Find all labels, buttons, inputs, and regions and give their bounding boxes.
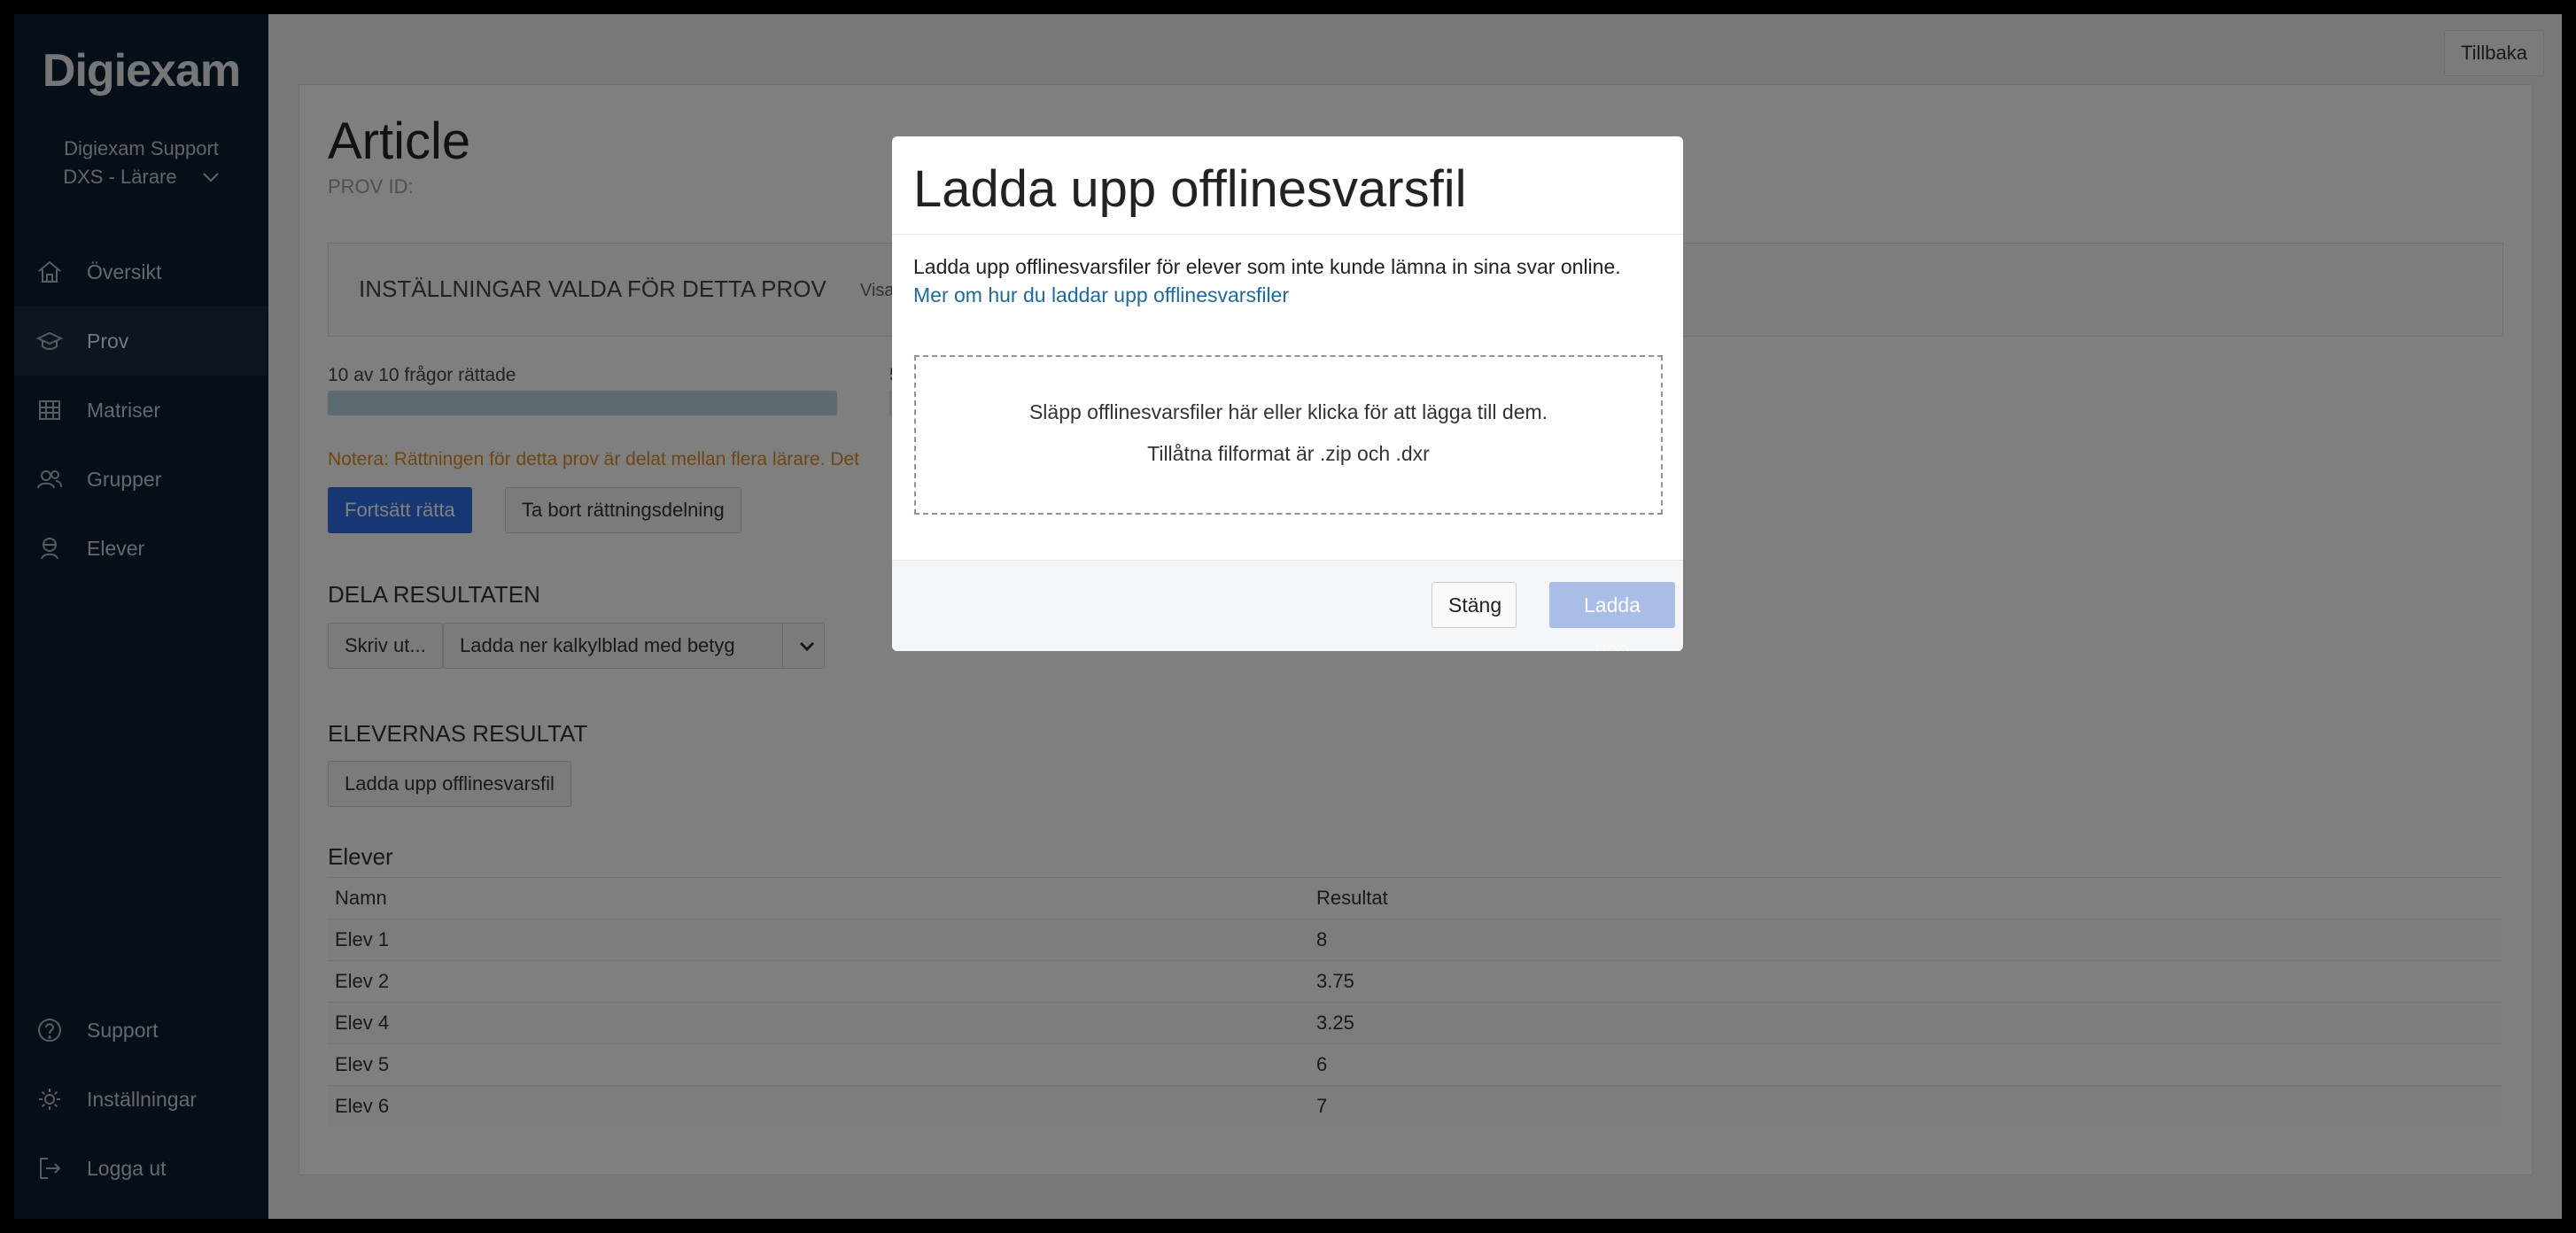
allowed-formats-text: Tillåtna filformat är .zip och .dxr [1147, 442, 1430, 465]
app-window: Digiexam Digiexam Support DXS - Lärare Ö… [14, 14, 2562, 1219]
dropzone-text: Släpp offlinesvarsfiler här eller klicka… [1028, 400, 1548, 423]
file-dropzone[interactable]: Släpp offlinesvarsfiler här eller klicka… [914, 355, 1663, 515]
modal-description: Ladda upp offlinesvarsfiler för elever s… [913, 255, 1621, 278]
upload-button[interactable]: Ladda upp [1549, 582, 1675, 651]
modal-footer: Stäng Ladda upp [892, 560, 1683, 651]
modal-header: Ladda upp offlinesvarsfil [892, 136, 1683, 235]
modal-title: Ladda upp offlinesvarsfil [913, 160, 1467, 218]
help-link[interactable]: Mer om hur du laddar upp offlinesvarsfil… [913, 283, 1289, 307]
upload-modal: Ladda upp offlinesvarsfil Ladda upp offl… [892, 136, 1683, 651]
close-button[interactable]: Stäng [1432, 582, 1517, 628]
